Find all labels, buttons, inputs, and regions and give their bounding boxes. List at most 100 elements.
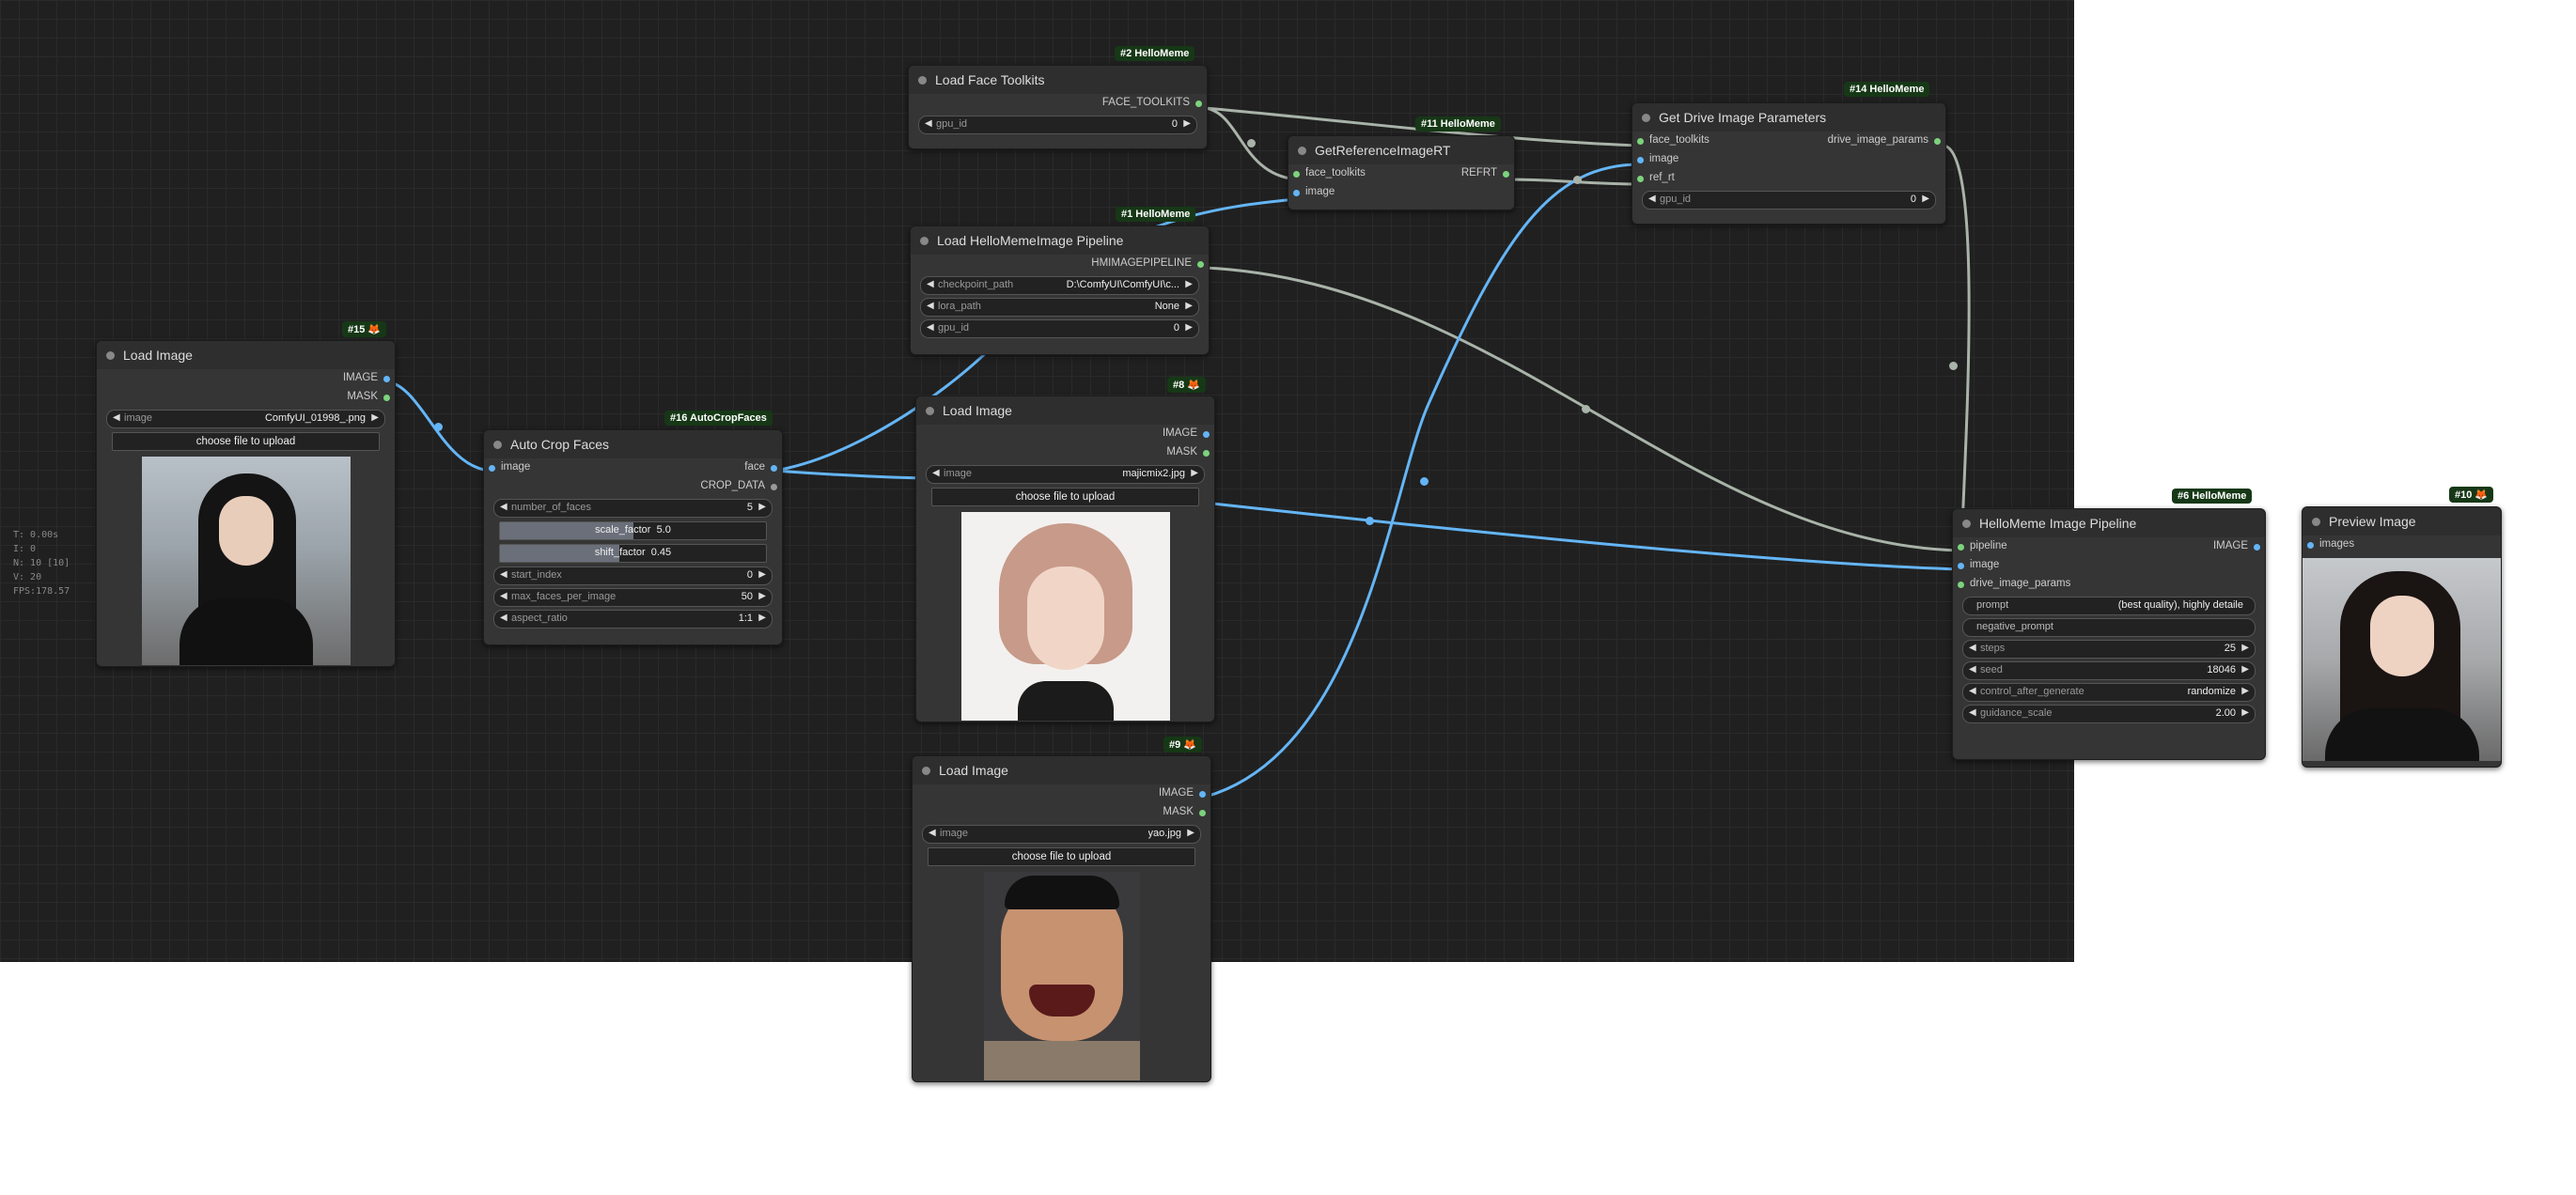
reroute-dot[interactable] xyxy=(1420,477,1429,486)
reroute-dot[interactable] xyxy=(1247,139,1256,147)
input-images[interactable]: images xyxy=(2303,535,2501,554)
reroute-dot[interactable] xyxy=(1366,517,1374,525)
arrow-left-icon[interactable]: ◀ xyxy=(500,502,507,512)
collapse-dot-icon[interactable] xyxy=(2312,518,2320,526)
collapse-dot-icon[interactable] xyxy=(920,237,929,245)
io-face-toolkits-refrt[interactable]: face_toolkits REFRT xyxy=(1288,164,1514,183)
input-slot[interactable] xyxy=(1637,176,1644,182)
io-image-face[interactable]: image face xyxy=(484,458,782,477)
number-of-faces-widget[interactable]: ◀ number_of_faces 5 ▶ xyxy=(493,499,773,518)
node-title[interactable]: Load Image xyxy=(916,396,1214,425)
upload-button[interactable]: choose file to upload xyxy=(112,432,380,451)
shift-factor-slider[interactable]: shift_factor 0.45 xyxy=(499,544,767,563)
node-title[interactable]: Auto Crop Faces xyxy=(484,430,782,458)
input-slot[interactable] xyxy=(1958,563,1964,569)
arrow-right-icon[interactable]: ▶ xyxy=(1187,828,1194,838)
seed-widget[interactable]: ◀ seed 18046 ▶ xyxy=(1962,661,2256,680)
arrow-left-icon[interactable]: ◀ xyxy=(1969,707,1976,718)
steps-widget[interactable]: ◀ steps 25 ▶ xyxy=(1962,640,2256,659)
output-slot[interactable] xyxy=(1203,450,1210,457)
node-title[interactable]: Load Face Toolkits xyxy=(909,66,1207,94)
arrow-right-icon[interactable]: ▶ xyxy=(758,591,766,601)
input-slot[interactable] xyxy=(2307,542,2314,549)
arrow-right-icon[interactable]: ▶ xyxy=(758,569,766,580)
arrow-right-icon[interactable]: ▶ xyxy=(1922,194,1929,204)
node-title[interactable]: Load Image xyxy=(97,341,395,369)
checkpoint-path-widget[interactable]: ◀ checkpoint_path D:\ComfyUI\ComfyUI\c... ▶ xyxy=(920,276,1199,295)
node-title[interactable]: Load HelloMemeImage Pipeline xyxy=(911,226,1209,255)
collapse-dot-icon[interactable] xyxy=(1642,114,1650,122)
output-slot[interactable] xyxy=(1199,791,1206,798)
input-slot[interactable] xyxy=(489,465,495,472)
arrow-left-icon[interactable]: ◀ xyxy=(500,591,507,601)
output-slot[interactable] xyxy=(771,465,777,472)
arrow-left-icon[interactable]: ◀ xyxy=(1969,664,1976,675)
node-title[interactable]: GetReferenceImageRT xyxy=(1288,136,1514,164)
collapse-dot-icon[interactable] xyxy=(926,407,934,415)
output-image[interactable]: IMAGE xyxy=(916,425,1214,443)
preview-image-node[interactable]: Preview Image images xyxy=(2302,506,2502,768)
output-face-toolkits[interactable]: FACE_TOOLKITS xyxy=(909,94,1207,113)
arrow-left-icon[interactable]: ◀ xyxy=(927,322,934,333)
node-title[interactable]: Get Drive Image Parameters xyxy=(1632,103,1945,132)
arrow-left-icon[interactable]: ◀ xyxy=(1648,194,1656,204)
output-slot[interactable] xyxy=(1503,171,1509,178)
input-ref-rt[interactable]: ref_rt xyxy=(1632,169,1945,188)
load-image-node-9[interactable]: Load Image IMAGE MASK ◀ image yao.jpg ▶ cho… xyxy=(912,755,1211,1082)
arrow-left-icon[interactable]: ◀ xyxy=(929,828,936,838)
input-slot[interactable] xyxy=(1637,157,1644,163)
arrow-right-icon[interactable]: ▶ xyxy=(1185,322,1193,333)
output-slot[interactable] xyxy=(1934,138,1941,145)
input-slot[interactable] xyxy=(1637,138,1644,145)
arrow-left-icon[interactable]: ◀ xyxy=(927,279,934,289)
scale-factor-slider[interactable]: scale_factor 5.0 xyxy=(499,521,767,540)
input-slot[interactable] xyxy=(1958,544,1964,551)
arrow-right-icon[interactable]: ▶ xyxy=(371,412,379,423)
arrow-right-icon[interactable]: ▶ xyxy=(1191,468,1198,478)
input-image[interactable]: image xyxy=(1288,183,1514,202)
output-slot[interactable] xyxy=(771,484,777,490)
load-image-node-8[interactable]: Load Image IMAGE MASK ◀ image majicmix2.jp… xyxy=(915,396,1215,722)
node-title[interactable]: HelloMeme Image Pipeline xyxy=(1953,509,2265,537)
arrow-left-icon[interactable]: ◀ xyxy=(113,412,120,423)
output-slot[interactable] xyxy=(1203,431,1210,438)
get-reference-image-rt-node[interactable]: GetReferenceImageRT face_toolkits REFRT i… xyxy=(1288,135,1515,210)
collapse-dot-icon[interactable] xyxy=(918,76,927,85)
output-crop-data[interactable]: CROP_DATA xyxy=(484,477,782,496)
io-pipeline-image[interactable]: pipeline IMAGE xyxy=(1953,537,2265,556)
hellomeme-image-pipeline-node[interactable]: HelloMeme Image Pipeline pipeline IMAGE i… xyxy=(1952,508,2266,760)
input-slot[interactable] xyxy=(1293,171,1300,178)
arrow-left-icon[interactable]: ◀ xyxy=(927,301,934,311)
output-slot[interactable] xyxy=(1197,261,1204,268)
collapse-dot-icon[interactable] xyxy=(106,351,115,360)
output-slot[interactable] xyxy=(2254,544,2260,551)
control-after-generate-widget[interactable]: ◀ control_after_generate randomize ▶ xyxy=(1962,683,2256,702)
arrow-right-icon[interactable]: ▶ xyxy=(2241,686,2249,696)
guidance-scale-widget[interactable]: ◀ guidance_scale 2.00 ▶ xyxy=(1962,705,2256,723)
arrow-left-icon[interactable]: ◀ xyxy=(1969,686,1976,696)
arrow-right-icon[interactable]: ▶ xyxy=(758,613,766,623)
output-slot[interactable] xyxy=(1199,810,1206,816)
arrow-left-icon[interactable]: ◀ xyxy=(500,569,507,580)
output-image[interactable]: IMAGE xyxy=(913,784,1210,803)
input-slot[interactable] xyxy=(1958,582,1964,588)
input-drive-image-params[interactable]: drive_image_params xyxy=(1953,575,2265,594)
output-mask[interactable]: MASK xyxy=(916,443,1214,462)
arrow-right-icon[interactable]: ▶ xyxy=(2241,643,2249,653)
arrow-left-icon[interactable]: ◀ xyxy=(932,468,940,478)
upload-button[interactable]: choose file to upload xyxy=(931,488,1199,506)
aspect-ratio-widget[interactable]: ◀ aspect_ratio 1:1 ▶ xyxy=(493,610,773,629)
node-title[interactable]: Preview Image xyxy=(2303,507,2501,535)
upload-button[interactable]: choose file to upload xyxy=(928,847,1195,866)
output-mask[interactable]: MASK xyxy=(913,803,1210,822)
load-image-node-15[interactable]: Load Image IMAGE MASK ◀ image ComfyUI_0199… xyxy=(96,340,396,667)
collapse-dot-icon[interactable] xyxy=(493,441,502,449)
io-face-toolkits-params[interactable]: face_toolkits drive_image_params xyxy=(1632,132,1945,150)
collapse-dot-icon[interactable] xyxy=(922,767,930,775)
image-combo-widget[interactable]: ◀ image ComfyUI_01998_.png ▶ xyxy=(106,410,385,428)
output-image[interactable]: IMAGE xyxy=(97,369,395,388)
input-image[interactable]: image xyxy=(1632,150,1945,169)
output-pipeline[interactable]: HMIMAGEPIPELINE xyxy=(911,255,1209,273)
start-index-widget[interactable]: ◀ start_index 0 ▶ xyxy=(493,566,773,585)
collapse-dot-icon[interactable] xyxy=(1298,147,1306,155)
